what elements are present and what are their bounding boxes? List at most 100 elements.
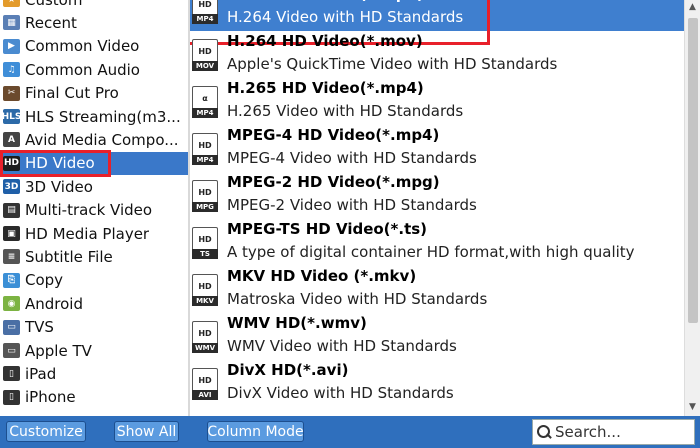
file-icon-mark: HD (192, 180, 218, 204)
category-label: HD Video (25, 154, 95, 173)
search-icon (537, 425, 551, 439)
format-list: HDMP4H.264 HD Video(*.mp4)H.264 Video wi… (190, 0, 684, 416)
mkv-file-icon: HD MKV (192, 274, 218, 306)
scrollbar-thumb[interactable] (688, 18, 698, 323)
avid-media-composer-icon: A (3, 132, 20, 148)
file-icon-mark: HD (192, 39, 218, 63)
category-item[interactable]: 3D 3D Video (0, 175, 188, 198)
iphone-icon: ▯ (3, 389, 20, 405)
apple-tv-icon: ▭ (3, 343, 20, 358)
format-item[interactable]: HDMP4 H.264 HD Video(*.mp4) H.264 Video wi… (190, 0, 684, 31)
tvs-icon: ▭ (3, 319, 20, 335)
category-label: iPad (25, 364, 57, 383)
category-label: HLS Streaming(m3... (25, 107, 181, 126)
category-list: ★ Custom ▦ Recent ▶ Common Video ♫ Common Audio… (0, 0, 188, 416)
category-item[interactable]: ⎘ Copy (0, 269, 188, 292)
category-label: Copy (25, 271, 64, 290)
category-item[interactable]: ◉ Android (0, 292, 188, 315)
format-description: H.265 Video with HD Standards (227, 102, 464, 120)
hd-video-icon: HD (3, 155, 20, 171)
ts-file-icon: HD TS (192, 227, 218, 259)
format-title: MKV HD Video (*.mkv) (227, 267, 417, 285)
category-item[interactable]: A Avid Media Compo... (0, 128, 188, 151)
category-item[interactable]: ▯ iPad (0, 362, 188, 385)
file-icon-badge: TS (192, 249, 218, 259)
format-item[interactable]: α MP4 H.265 HD Video(*.mp4) H.265 Video wit… (190, 78, 684, 125)
category-item[interactable]: ▣ HD Media Player (0, 222, 188, 245)
format-description: MPEG-2 Video with HD Standards (227, 196, 477, 214)
hd-media-player-icon: ▣ (3, 226, 20, 241)
format-title: DivX HD(*.avi) (227, 361, 349, 379)
3d-video-icon: 3D (3, 179, 20, 195)
file-icon-mark: HD (192, 321, 218, 345)
format-item[interactable]: HD MPG MPEG-2 HD Video(*.mpg) MPEG-2 Video … (190, 172, 684, 219)
category-label: Multi-track Video (25, 201, 153, 220)
format-item[interactable]: HD WMV WMV HD(*.wmv) WMV Video with HD Stan… (190, 313, 684, 360)
format-title: MPEG-2 HD Video(*.mpg) (227, 173, 440, 191)
format-description: WMV Video with HD Standards (227, 337, 457, 355)
format-item[interactable]: HD MP4 MPEG-4 HD Video(*.mp4) MPEG-4 Video … (190, 125, 684, 172)
category-item[interactable]: ▤ Multi-track Video (0, 199, 188, 222)
format-description: MPEG-4 Video with HD Standards (227, 149, 477, 167)
category-item[interactable]: ≡ Subtitle File (0, 245, 188, 268)
file-icon-badge: MP4 (192, 155, 218, 165)
format-title: H.264 HD Video(*.mp4) (227, 0, 424, 3)
file-icon-mark: HD (192, 274, 218, 298)
show-all-button[interactable]: Show All (114, 421, 179, 442)
search-input[interactable] (555, 423, 685, 441)
category-item[interactable]: ▦ Recent (0, 11, 188, 34)
ipad-icon: ▯ (3, 366, 20, 382)
category-item[interactable]: ✂ Final Cut Pro (0, 82, 188, 105)
category-label: Custom (25, 0, 82, 9)
file-icon-mark: HD (192, 368, 218, 392)
category-label: Recent (25, 13, 77, 32)
category-item[interactable]: HLS HLS Streaming(m3... (0, 105, 188, 128)
mp4-file-icon: HD MP4 (192, 0, 218, 24)
subtitle-file-icon: ≡ (3, 249, 20, 265)
search-box[interactable] (532, 419, 695, 445)
category-item[interactable]: HD HD Video (0, 151, 188, 175)
format-title: MPEG-4 HD Video(*.mp4) (227, 126, 440, 144)
category-label: Android (25, 294, 83, 313)
category-item[interactable]: ★ Custom (0, 0, 188, 11)
category-item[interactable]: ♫ Common Audio (0, 58, 188, 81)
file-icon-badge: MP4 (192, 108, 218, 118)
file-icon-mark: HD (192, 133, 218, 157)
category-label: Common Video (25, 37, 140, 56)
h265-file-icon: α MP4 (192, 86, 218, 118)
format-item[interactable]: HD AVI DivX HD(*.avi) DivX Video with HD St… (190, 360, 684, 407)
format-item[interactable]: HD MOV H.264 HD Video(*.mov) Apple's QuickT… (190, 31, 684, 78)
common-video-icon: ▶ (3, 38, 20, 54)
format-item[interactable]: HD TS MPEG-TS HD Video(*.ts) A type of digi… (190, 219, 684, 266)
category-label: Final Cut Pro (25, 84, 119, 103)
category-label: Apple TV (25, 341, 92, 360)
category-label: Avid Media Compo... (25, 130, 179, 149)
file-icon-mark: α (192, 86, 218, 110)
wmv-file-icon: HD WMV (192, 321, 218, 353)
category-label: iPhone (25, 388, 76, 407)
format-item[interactable]: HD MKV MKV HD Video (*.mkv) Matroska Video … (190, 266, 684, 313)
format-description: A type of digital container HD format,wi… (227, 243, 635, 261)
format-list-scrollbar[interactable]: ▲ ▼ (684, 0, 700, 416)
file-icon-badge: MPG (192, 202, 218, 212)
format-title: WMV HD(*.wmv) (227, 314, 367, 332)
scroll-up-arrow-icon[interactable]: ▲ (685, 0, 700, 14)
column-mode-button[interactable]: Column Mode (207, 421, 304, 442)
category-label: HD Media Player (25, 224, 150, 243)
category-label: Common Audio (25, 60, 140, 79)
category-item[interactable]: ▶ Common Video (0, 35, 188, 58)
category-item[interactable]: ▭ Apple TV (0, 339, 188, 362)
bottom-toolbar: Customize Show All Column Mode (0, 416, 700, 448)
scroll-down-arrow-icon[interactable]: ▼ (685, 400, 700, 414)
android-icon: ◉ (3, 296, 20, 312)
category-item[interactable]: ▭ TVS (0, 316, 188, 339)
customize-button[interactable]: Customize (6, 421, 86, 442)
file-icon-mark: HD (192, 227, 218, 251)
hls-streaming-icon: HLS (2, 109, 21, 124)
recent-icon: ▦ (3, 15, 20, 31)
mov-file-icon: HD MOV (192, 39, 218, 71)
file-icon-badge: AVI (192, 390, 218, 400)
format-description: Apple's QuickTime Video with HD Standard… (227, 55, 558, 73)
avi-file-icon: HD AVI (192, 368, 218, 400)
category-item[interactable]: ▯ iPhone (0, 386, 188, 409)
